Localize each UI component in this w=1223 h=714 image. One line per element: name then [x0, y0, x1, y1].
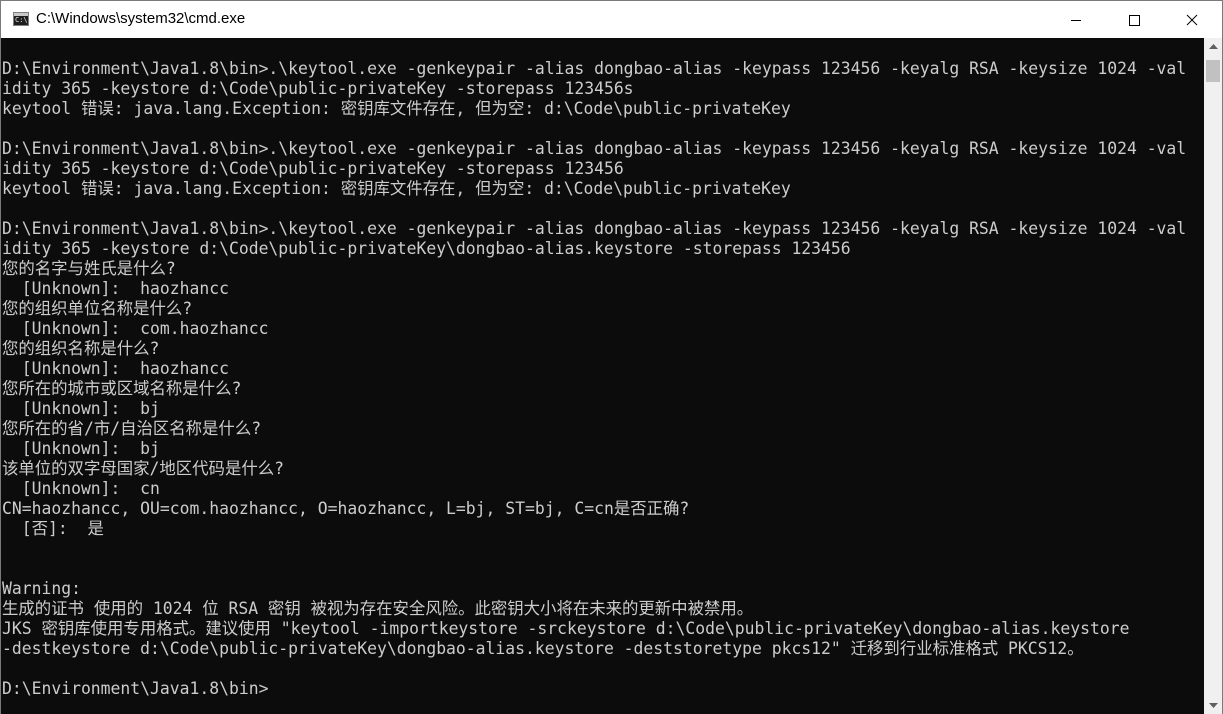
scroll-down-button[interactable]	[1204, 697, 1222, 714]
console-line: Warning:	[2, 579, 81, 598]
cmd-window: C:\. C:\Windows\system32\cmd.exe D:\Envi…	[0, 0, 1223, 714]
console-line: 您所在的城市或区域名称是什么?	[2, 379, 242, 398]
scroll-up-button[interactable]	[1204, 38, 1222, 55]
console-line: 您的组织单位名称是什么?	[2, 299, 193, 318]
console-line: D:\Environment\Java1.8\bin>.\keytool.exe…	[2, 139, 1187, 158]
scroll-down-arrow-icon	[1208, 702, 1218, 708]
scroll-up-arrow-icon	[1208, 43, 1218, 49]
close-button[interactable]	[1163, 1, 1221, 38]
minimize-button[interactable]	[1047, 1, 1105, 38]
console-line: [Unknown]: bj	[2, 439, 160, 458]
window-title: C:\Windows\system32\cmd.exe	[36, 10, 246, 27]
console-line: D:\Environment\Java1.8\bin>.\keytool.exe…	[2, 219, 1187, 238]
console-line: 您的组织名称是什么?	[2, 339, 160, 358]
console-app-icon[interactable]: C:\.	[13, 12, 32, 26]
console-line: [否]: 是	[2, 519, 104, 538]
title-bar[interactable]: C:\. C:\Windows\system32\cmd.exe	[1, 1, 1222, 38]
close-icon	[1186, 14, 1198, 25]
console-line: JKS 密钥库使用专用格式。建议使用 "keytool -importkeyst…	[2, 619, 1130, 638]
console-line: 您的名字与姓氏是什么?	[2, 259, 176, 278]
console-line: [Unknown]: haozhancc	[2, 359, 229, 378]
console-line: 您所在的省/市/自治区名称是什么?	[2, 419, 262, 438]
console-line: [Unknown]: bj	[2, 399, 160, 418]
console-line: [Unknown]: com.haozhancc	[2, 319, 269, 338]
console-line: 生成的证书 使用的 1024 位 RSA 密钥 被视为存在安全风险。此密钥大小将…	[2, 599, 754, 618]
minimize-icon	[1071, 19, 1081, 21]
console-line: idity 365 -keystore d:\Code\public-priva…	[2, 239, 851, 258]
console-line: keytool 错误: java.lang.Exception: 密钥库文件存在…	[2, 179, 791, 198]
console-line: -destkeystore d:\Code\public-privateKey\…	[2, 639, 1084, 658]
console-line: [Unknown]: cn	[2, 479, 160, 498]
console-line: idity 365 -keystore d:\Code\public-priva…	[2, 159, 624, 178]
console-app-icon-text: C:\.	[15, 16, 32, 24]
console-line: 该单位的双字母国家/地区代码是什么?	[2, 459, 284, 478]
console-line: D:\Environment\Java1.8\bin>.\keytool.exe…	[2, 59, 1187, 78]
console-line: D:\Environment\Java1.8\bin>	[2, 679, 269, 698]
maximize-icon	[1129, 14, 1140, 26]
vertical-scrollbar[interactable]	[1204, 38, 1222, 714]
console-line: keytool 错误: java.lang.Exception: 密钥库文件存在…	[2, 99, 791, 118]
console-line: CN=haozhancc, OU=com.haozhancc, O=haozha…	[2, 499, 690, 518]
console-line: idity 365 -keystore d:\Code\public-priva…	[2, 79, 634, 98]
console-line: [Unknown]: haozhancc	[2, 279, 229, 298]
console-output[interactable]: D:\Environment\Java1.8\bin>.\keytool.exe…	[1, 38, 1204, 714]
scroll-thumb[interactable]	[1206, 60, 1220, 82]
maximize-button[interactable]	[1105, 1, 1163, 38]
